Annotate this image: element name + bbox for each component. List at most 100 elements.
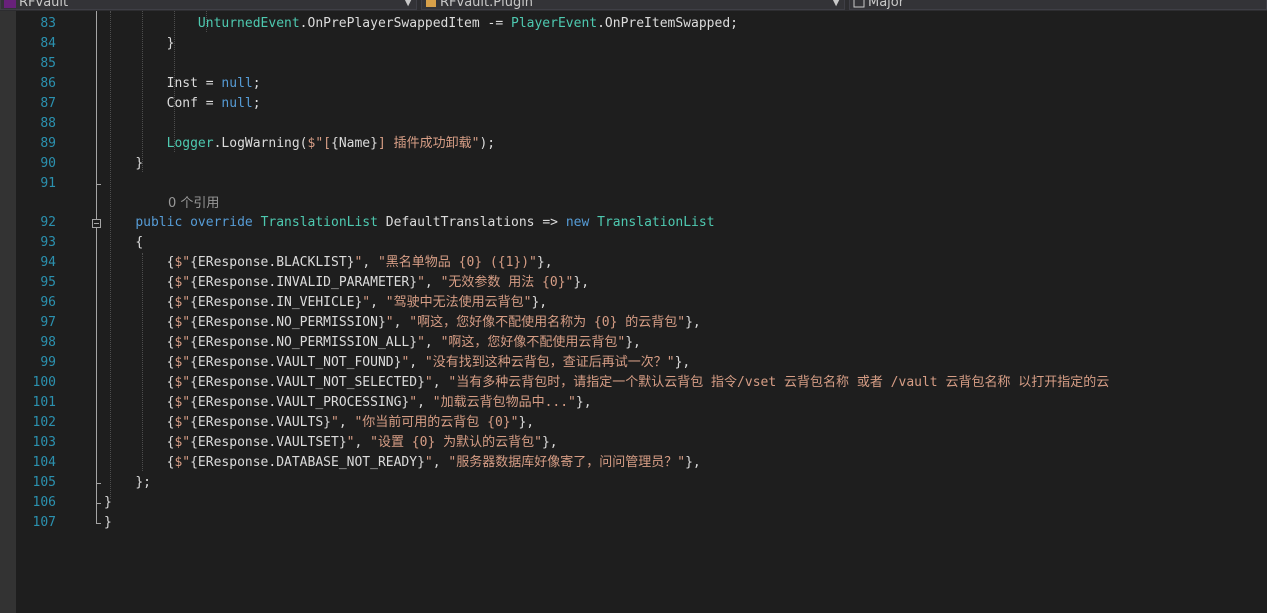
line-number: 105	[32, 475, 56, 490]
csharp-project-icon	[4, 0, 16, 8]
code-token: ,	[409, 355, 425, 370]
code-line[interactable]: 96 {$"{EResponse.IN_VEHICLE}", "驾驶中无法使用云…	[0, 293, 1267, 313]
code-text: {$"{EResponse.VAULTSET}", "设置 {0} 为默认的云背…	[104, 433, 558, 453]
indent-guide	[110, 11, 111, 499]
code-token: $"[	[307, 136, 331, 151]
type-dropdown-label: RFvault.Plugin	[440, 0, 534, 10]
code-token: ,	[432, 375, 449, 390]
code-token: null	[221, 76, 253, 91]
code-token: {EResponse.BLACKLIST}	[190, 255, 355, 270]
codelens-references[interactable]: 0 个引用	[0, 194, 1267, 214]
type-dropdown[interactable]: RFvault.Plugin ▼	[421, 0, 845, 10]
code-token: };	[135, 475, 151, 490]
code-line[interactable]: 91	[0, 174, 1267, 194]
code-line[interactable]: 101 {$"{EResponse.VAULT_PROCESSING}", "加…	[0, 393, 1267, 413]
code-token: },	[536, 255, 553, 270]
code-text: {$"{EResponse.VAULTS}", "你当前可用的云背包 {0}"}…	[104, 413, 534, 433]
code-token: ,	[354, 435, 371, 450]
code-line[interactable]: 100 {$"{EResponse.VAULT_NOT_SELECTED}", …	[0, 373, 1267, 393]
code-text: Logger.LogWarning($"[{Name}] 插件成功卸载");	[104, 134, 495, 154]
code-text: UnturnedEvent.OnPrePlayerSwappedItem -= …	[104, 14, 738, 34]
code-line[interactable]: 88	[0, 114, 1267, 134]
code-token: },	[625, 335, 641, 350]
code-token: );	[479, 136, 496, 151]
code-token: "黑名单物品 {0} ({1})"	[377, 255, 537, 270]
code-token: $"	[174, 355, 191, 370]
code-token: PlayerEvent	[511, 16, 598, 31]
code-token: ,	[424, 275, 441, 290]
code-line[interactable]: 104 {$"{EResponse.DATABASE_NOT_READY}", …	[0, 453, 1267, 473]
code-line[interactable]: 107}	[0, 513, 1267, 533]
code-line[interactable]: 93 {	[0, 233, 1267, 253]
code-line[interactable]: 103 {$"{EResponse.VAULTSET}", "设置 {0} 为默…	[0, 433, 1267, 453]
code-token: "驾驶中无法使用云背包"	[385, 295, 532, 310]
code-token: ] 插件成功卸载"	[377, 136, 480, 151]
collapse-toggle[interactable]	[92, 219, 101, 228]
code-text: {$"{EResponse.NO_PERMISSION}", "啊这，您好像不配…	[104, 313, 701, 333]
code-token: {	[135, 235, 144, 250]
code-token: public	[135, 215, 183, 230]
project-dropdown[interactable]: RFvault ▼	[0, 0, 417, 10]
code-token: .LogWarning(	[213, 136, 308, 151]
outline-tick	[96, 483, 101, 484]
code-line[interactable]: 98 {$"{EResponse.NO_PERMISSION_ALL}", "啊…	[0, 333, 1267, 353]
code-line[interactable]: 102 {$"{EResponse.VAULTS}", "你当前可用的云背包 {…	[0, 413, 1267, 433]
indent-guide	[206, 11, 207, 32]
member-dropdown[interactable]: Major	[849, 0, 1267, 10]
code-token: $"	[174, 455, 191, 470]
code-token: {EResponse.NO_PERMISSION_ALL}	[190, 335, 418, 350]
outline-tick	[96, 503, 101, 504]
code-text: {$"{EResponse.VAULT_NOT_SELECTED}", "当有多…	[104, 373, 1110, 393]
code-token: "没有找到这种云背包，查证后再试一次？"	[424, 355, 675, 370]
code-text: };	[104, 473, 151, 493]
chevron-down-icon: ▼	[832, 0, 840, 8]
code-token: null	[221, 96, 253, 111]
line-number: 106	[32, 495, 56, 510]
code-line[interactable]: 85	[0, 54, 1267, 74]
code-token: ,	[370, 295, 386, 310]
code-token: {EResponse.IN_VEHICLE}	[190, 295, 363, 310]
code-line[interactable]: 99 {$"{EResponse.VAULT_NOT_FOUND}", "没有找…	[0, 353, 1267, 373]
code-line[interactable]: 106}	[0, 493, 1267, 513]
member-dropdown-label: Major	[868, 0, 905, 10]
code-line[interactable]: 90 }	[0, 154, 1267, 174]
code-line[interactable]: 86 Inst = null;	[0, 74, 1267, 94]
code-token: $"	[174, 255, 191, 270]
code-token: {EResponse.NO_PERMISSION}	[190, 315, 386, 330]
code-token: ,	[424, 335, 441, 350]
line-number: 98	[40, 335, 56, 350]
outline-tick	[96, 184, 101, 185]
code-token: .OnPreItemSwapped;	[597, 16, 738, 31]
code-line[interactable]: 92 public override TranslationList Defau…	[0, 213, 1267, 233]
code-line[interactable]: 97 {$"{EResponse.NO_PERMISSION}", "啊这，您好…	[0, 313, 1267, 333]
code-token: "加载云背包物品中..."	[432, 395, 576, 410]
code-token: "无效参数 用法 {0}"	[440, 275, 574, 290]
code-line[interactable]: 95 {$"{EResponse.INVALID_PARAMETER}", "无…	[0, 273, 1267, 293]
code-token: "你当前可用的云背包 {0}"	[354, 415, 519, 430]
code-token: override	[190, 215, 253, 230]
line-number: 96	[40, 295, 56, 310]
codelens-label[interactable]: 0 个引用	[168, 194, 219, 214]
code-line[interactable]: 87 Conf = null;	[0, 94, 1267, 114]
code-line[interactable]: 83 UnturnedEvent.OnPrePlayerSwappedItem …	[0, 14, 1267, 34]
code-token: ,	[417, 395, 433, 410]
code-line[interactable]: 89 Logger.LogWarning($"[{Name}] 插件成功卸载")…	[0, 134, 1267, 154]
code-token: {EResponse.VAULT_NOT_FOUND}	[190, 355, 402, 370]
code-line[interactable]: 94 {$"{EResponse.BLACKLIST}", "黑名单物品 {0}…	[0, 253, 1267, 273]
code-text: Inst = null;	[104, 74, 261, 94]
line-number: 99	[40, 355, 56, 370]
line-number: 95	[40, 275, 56, 290]
code-line[interactable]: 84 }	[0, 34, 1267, 54]
line-number: 89	[40, 136, 56, 151]
code-token: "啊这，您好像不配使用云背包"	[440, 335, 626, 350]
code-line[interactable]: 105 };	[0, 473, 1267, 493]
